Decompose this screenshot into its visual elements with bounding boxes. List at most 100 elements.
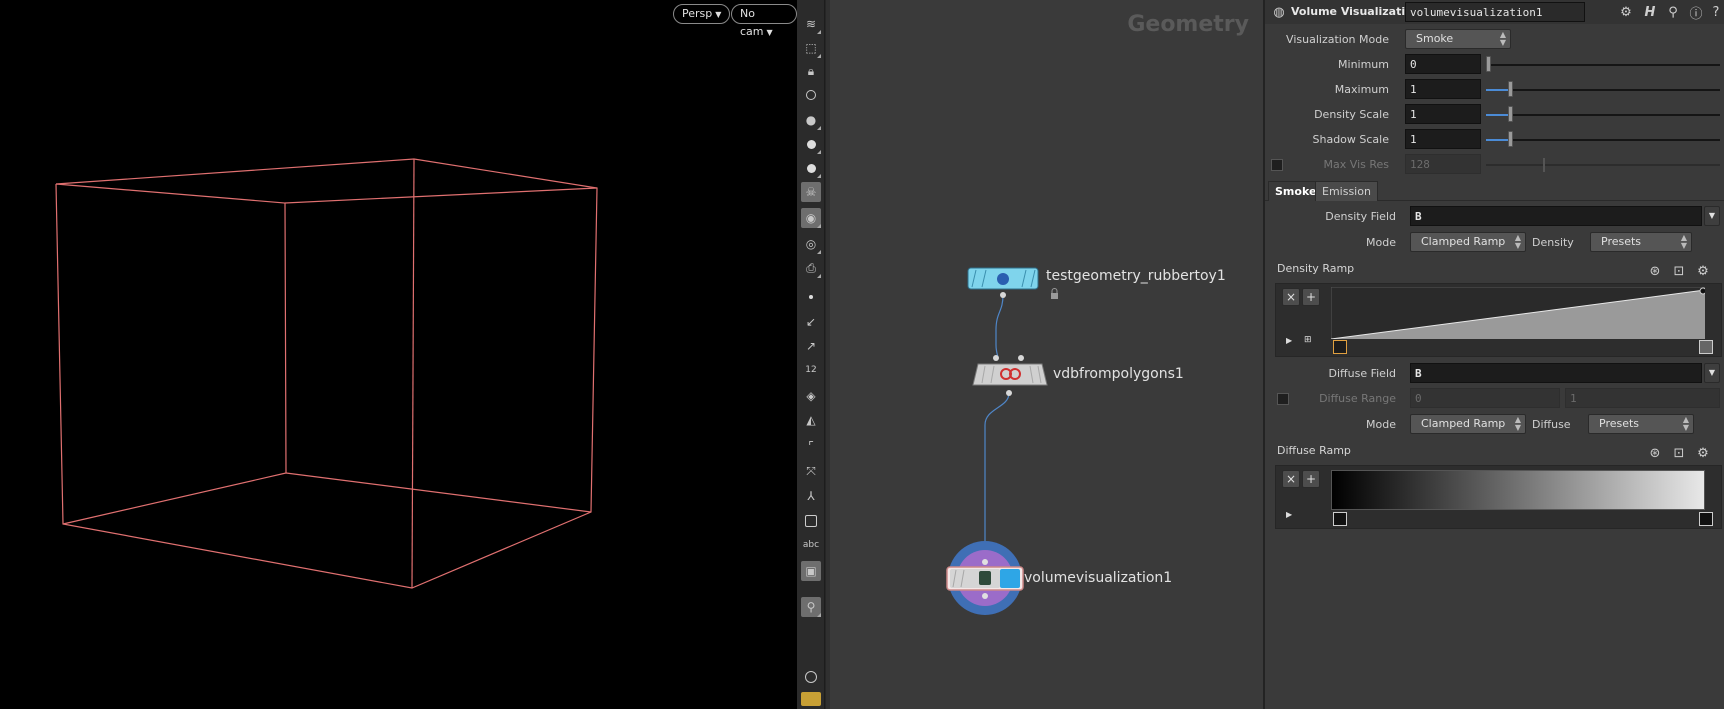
normal-display-icon[interactable]: ↙: [801, 312, 821, 332]
diffuse-mode-dropdown[interactable]: Clamped Ramp ▲ ▼: [1410, 414, 1526, 434]
density-presets-dropdown[interactable]: Presets ▲ ▼: [1590, 232, 1692, 252]
ramp-expand-icon[interactable]: ▶: [1286, 336, 1292, 345]
shadow-scale-slider-handle[interactable]: [1508, 131, 1513, 147]
parameter-pane: ◍ Volume Visualization volumevisualizati…: [1263, 0, 1724, 709]
gear-icon[interactable]: ⚙: [1695, 263, 1711, 279]
camera-icon[interactable]: ⎙: [801, 258, 821, 278]
diffuse-presets-value: Presets: [1599, 417, 1640, 430]
bbox-back-bottom-edge: [285, 472, 592, 513]
lock-icon: [1051, 288, 1058, 299]
text-tool-icon[interactable]: abc: [801, 535, 821, 555]
background-image-icon[interactable]: ▣: [801, 561, 821, 581]
density-ramp-editor[interactable]: × + ▶ ⊞: [1275, 283, 1722, 357]
density-field-menu-button[interactable]: ▼: [1704, 206, 1720, 226]
ghost-icon[interactable]: ☠︎: [801, 182, 821, 202]
visualization-mode-dropdown[interactable]: Smoke ▲ ▼: [1405, 29, 1511, 49]
node-graph: [946, 267, 1058, 615]
node-name-field[interactable]: volumevisualization1: [1405, 2, 1585, 22]
tab-emission[interactable]: Emission: [1315, 181, 1378, 201]
diffuse-ramp-editor[interactable]: × + ▶: [1275, 465, 1722, 529]
lock-icon[interactable]: 🔒︎: [801, 61, 821, 81]
ramp-fit-icon[interactable]: ⊞: [1304, 335, 1312, 345]
node-testgeometry-rubbertoy1[interactable]: [967, 267, 1039, 298]
display-mode-icon[interactable]: ◉: [801, 208, 821, 228]
node-volumevisualization1[interactable]: [946, 541, 1024, 615]
max-vis-res-slider-track[interactable]: [1486, 164, 1720, 166]
minimum-field[interactable]: 0: [1405, 54, 1481, 74]
light-icon[interactable]: [801, 134, 821, 154]
ramp-key-end[interactable]: [1699, 340, 1713, 354]
minimum-slider-track[interactable]: [1486, 64, 1720, 66]
select-mode-icon[interactable]: ⬚: [801, 38, 821, 58]
snap-number-label: 12: [805, 365, 817, 375]
density-mode-dropdown[interactable]: Clamped Ramp ▲ ▼: [1410, 232, 1526, 252]
maximum-slider-handle[interactable]: [1508, 81, 1513, 97]
diffuse-presets-dropdown[interactable]: Presets ▲ ▼: [1588, 414, 1694, 434]
density-scale-slider-fill: [1486, 114, 1508, 116]
grid-layout-icon[interactable]: [801, 692, 821, 706]
help-icon[interactable]: ?: [1708, 4, 1724, 20]
visibility-icon[interactable]: ◎: [801, 234, 821, 254]
diffuse-ramp-gradient: [1331, 470, 1705, 510]
pick-icon[interactable]: ↗: [801, 336, 821, 356]
ramp-key-start[interactable]: [1333, 512, 1347, 526]
network-editor[interactable]: Geometry testgeometry_rubbertoy1 vdbfrom…: [830, 0, 1263, 709]
display-flag[interactable]: [1000, 569, 1020, 588]
brush-icon[interactable]: ◭: [801, 410, 821, 430]
snap-number-icon[interactable]: 12: [801, 360, 821, 380]
diffuse-field-input[interactable]: B: [1410, 363, 1702, 383]
ramp-key-end[interactable]: [1699, 512, 1713, 526]
maximum-slider-track[interactable]: [1486, 89, 1720, 91]
transform-icon[interactable]: ⤧: [801, 461, 821, 481]
diffuse-field-menu-button[interactable]: ▼: [1704, 363, 1720, 383]
density-scale-slider-handle[interactable]: [1508, 106, 1513, 122]
diffuse-range-min-field[interactable]: 0: [1410, 388, 1560, 408]
minimum-label: Minimum: [1338, 58, 1389, 71]
parameter-header: ◍ Volume Visualization volumevisualizati…: [1265, 0, 1724, 24]
shadow-scale-label: Shadow Scale: [1312, 133, 1390, 146]
ramp-add-key-button[interactable]: +: [1302, 470, 1320, 488]
density-field-input[interactable]: B: [1410, 206, 1702, 226]
ramp-snapshot-icon[interactable]: ⊡: [1671, 263, 1687, 279]
diffuse-range-label: Diffuse Range: [1319, 392, 1396, 405]
density-scale-field[interactable]: 1: [1405, 104, 1481, 124]
info-icon[interactable]: [801, 667, 821, 687]
ramp-color-picker-icon[interactable]: ⊛: [1647, 445, 1663, 461]
maximum-field[interactable]: 1: [1405, 79, 1481, 99]
paint-icon[interactable]: ◈: [801, 386, 821, 406]
guide-icon[interactable]: ⌜: [801, 436, 821, 456]
pin-icon[interactable]: ⚲: [801, 597, 821, 617]
layer-icon[interactable]: [801, 511, 821, 531]
cancel-icon[interactable]: [801, 85, 821, 105]
gear-icon[interactable]: ⚙: [1618, 4, 1634, 20]
node-vdbfrompolygons1[interactable]: [972, 355, 1048, 396]
point-display-icon[interactable]: [801, 287, 821, 307]
max-vis-res-field[interactable]: 128: [1405, 154, 1481, 174]
max-vis-res-slider-handle[interactable]: [1543, 158, 1545, 172]
search-icon[interactable]: ⚲: [1665, 4, 1681, 20]
gear-icon[interactable]: ⚙: [1695, 445, 1711, 461]
shadow-scale-field[interactable]: 1: [1405, 129, 1481, 149]
shading-sphere-icon[interactable]: ●: [801, 110, 821, 130]
diffuse-range-max-field[interactable]: 1: [1565, 388, 1720, 408]
scene-viewport[interactable]: Persp ▼ No cam ▼: [0, 0, 797, 709]
handle-icon[interactable]: ⅄: [801, 486, 821, 506]
ramp-expand-icon[interactable]: ▶: [1286, 510, 1292, 519]
headlight-icon[interactable]: [801, 158, 821, 178]
ramp-snapshot-icon[interactable]: ⊡: [1671, 445, 1687, 461]
info-icon[interactable]: ⓘ: [1688, 4, 1704, 22]
bbox-back-top-edge: [284, 187, 598, 204]
density-scale-slider-track[interactable]: [1486, 114, 1720, 116]
density-preset-label: Density: [1532, 236, 1574, 249]
display-options-icon[interactable]: ≋: [801, 14, 821, 34]
ramp-add-key-button[interactable]: +: [1302, 288, 1320, 306]
ramp-color-picker-icon[interactable]: ⊛: [1647, 263, 1663, 279]
ramp-delete-key-button[interactable]: ×: [1282, 470, 1300, 488]
ramp-key-start[interactable]: [1333, 340, 1347, 354]
node-type-label: Volume Visualization: [1291, 5, 1421, 18]
minimum-slider-handle[interactable]: [1486, 56, 1491, 72]
density-mode-value: Clamped Ramp: [1421, 235, 1506, 248]
shadow-scale-slider-track[interactable]: [1486, 139, 1720, 141]
houdini-help-icon[interactable]: H: [1642, 4, 1658, 20]
ramp-delete-key-button[interactable]: ×: [1282, 288, 1300, 306]
